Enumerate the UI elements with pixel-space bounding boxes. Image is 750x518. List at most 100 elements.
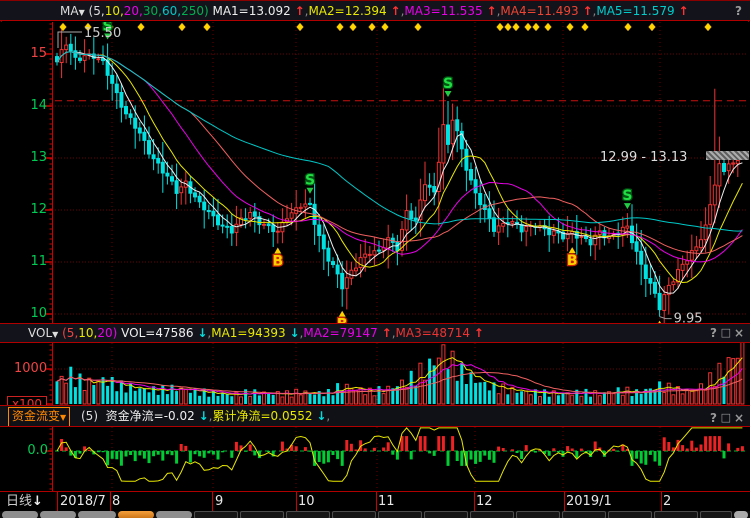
indicator-param: 20,	[124, 4, 143, 18]
month-tick	[57, 492, 58, 511]
flow-indicator-dropdown[interactable]: 资金流变▼	[8, 407, 70, 427]
scrollbar-segment[interactable]	[700, 511, 732, 518]
up-arrow-icon: ↑	[487, 4, 497, 18]
stock-chart-window: MA▼ (5,10,20,30,60,250) MA1=13.092 ↑,MA2…	[0, 0, 750, 518]
month-tick	[212, 492, 213, 511]
month-tick	[474, 492, 475, 511]
indicator-value: MA3=11.535	[404, 4, 482, 18]
sell-marker: S	[305, 173, 315, 189]
down-arrow-icon: ↓	[199, 409, 209, 423]
last-price-range-marker	[706, 151, 749, 160]
indicator-param: 30,	[143, 4, 162, 18]
scrollbar-segment[interactable]	[78, 511, 116, 518]
volume-chart[interactable]	[0, 343, 750, 405]
buy-marker: B	[567, 253, 578, 269]
up-arrow-icon: ↑	[678, 4, 688, 18]
scrollbar-segment[interactable]	[424, 511, 468, 518]
scrollbar-segment[interactable]	[156, 511, 192, 518]
help-icon[interactable]: ?	[735, 1, 742, 21]
price-tick-label: 12	[19, 202, 47, 218]
period-selector[interactable]: 日线↓	[6, 493, 43, 511]
month-label: 2	[663, 493, 671, 511]
indicator-param: 250)	[181, 4, 209, 18]
date-axis: 日线↓ 2018/7 8 9 10 11 12 2019/1 2	[0, 491, 750, 511]
help-icon[interactable]: ?	[710, 408, 717, 427]
scrollbar-segment[interactable]	[608, 511, 652, 518]
month-label: 8	[112, 493, 120, 511]
month-tick	[376, 492, 377, 511]
scrollbar-segment[interactable]	[516, 511, 560, 518]
scrollbar-segment[interactable]	[470, 511, 514, 518]
indicator-value: 累计净流=0.0552	[212, 409, 312, 423]
scrollbar-segment[interactable]	[240, 511, 284, 518]
up-arrow-icon: ↑	[474, 326, 484, 340]
volume-axis-tick: 1000	[14, 361, 46, 377]
month-tick	[661, 492, 662, 511]
down-arrow-icon: ↓	[197, 326, 207, 340]
candlestick-chart[interactable]: SBSBSBSB15.509.9512.99 - 13.13	[0, 22, 750, 323]
indicator-param: 10,	[78, 326, 97, 340]
down-arrow-icon: ↓	[316, 409, 326, 423]
price-tick-label: 15	[19, 46, 47, 62]
money-flow-chart[interactable]	[0, 427, 750, 491]
indicator-value: 资金净流=-0.02	[106, 409, 195, 423]
price-tick-label: 11	[19, 254, 47, 270]
indicator-param: (5,	[89, 4, 105, 18]
scrollbar-segment[interactable]	[378, 511, 422, 518]
maximize-icon[interactable]: □	[721, 408, 731, 427]
scrollbar-segment[interactable]	[654, 511, 698, 518]
indicator-value: MA3=48714	[396, 326, 470, 340]
month-label: 9	[215, 493, 223, 511]
indicator-value: VOL=47586	[121, 326, 193, 340]
scrollbar-segment[interactable]	[40, 511, 76, 518]
indicator-dropdown[interactable]: MA▼	[60, 4, 85, 18]
indicator-param: 10,	[105, 4, 124, 18]
price-tick-label: 10	[19, 306, 47, 322]
chart-scrollbar[interactable]	[0, 511, 750, 518]
last-range-label: 12.99 - 13.13	[600, 150, 687, 165]
indicator-param: (5,	[62, 326, 78, 340]
indicator-value: MA1=94393	[211, 326, 285, 340]
scrollbar-segment[interactable]	[2, 511, 38, 518]
down-arrow-icon: ↓	[289, 326, 299, 340]
scrollbar-segment[interactable]	[562, 511, 606, 518]
month-label: 2019/1	[566, 493, 612, 511]
month-label: 10	[298, 493, 315, 511]
scrollbar-segment[interactable]	[194, 511, 238, 518]
indicator-value: MA1=13.092	[212, 4, 290, 18]
scrollbar-segment[interactable]	[118, 511, 154, 518]
up-arrow-icon: ↑	[295, 4, 305, 18]
flow-zero-label: 0.0	[22, 443, 48, 459]
highest-price-label: 15.50	[84, 26, 121, 41]
price-tick-label: 13	[19, 150, 47, 166]
up-arrow-icon: ↑	[582, 4, 592, 18]
scrollbar-segment[interactable]	[332, 511, 376, 518]
month-tick	[296, 492, 297, 511]
month-label: 11	[378, 493, 395, 511]
sell-marker: S	[622, 188, 632, 204]
maximize-icon[interactable]: □	[721, 324, 731, 342]
indicator-param: 20)	[97, 326, 117, 340]
up-arrow-icon: ↑	[391, 4, 401, 18]
help-icon[interactable]: ?	[710, 324, 717, 342]
month-label: 12	[476, 493, 493, 511]
lowest-price-label: 9.95	[674, 312, 703, 323]
indicator-param: 60,	[162, 4, 181, 18]
close-icon[interactable]: ×	[734, 324, 744, 342]
month-tick	[564, 492, 565, 511]
close-icon[interactable]: ×	[734, 408, 744, 427]
scrollbar-segment[interactable]	[734, 511, 748, 518]
month-tick	[110, 492, 111, 511]
sell-marker: S	[443, 76, 453, 92]
vol-header-bar: VOL▼ (5,10,20) VOL=47586 ↓,MA1=94393 ↓,M…	[0, 323, 750, 343]
buy-marker: B	[272, 253, 283, 269]
indicator-value: MA2=12.394	[308, 4, 386, 18]
month-label: 2018/7	[60, 493, 106, 511]
price-tick-label: 14	[19, 98, 47, 114]
indicator-value: MA2=79147	[303, 326, 377, 340]
ma-header-bar: MA▼ (5,10,20,30,60,250) MA1=13.092 ↑,MA2…	[0, 1, 750, 21]
scrollbar-segment[interactable]	[286, 511, 330, 518]
indicator-value: MA5=11.579	[596, 4, 674, 18]
indicator-dropdown[interactable]: VOL▼	[28, 326, 58, 340]
indicator-value: MA4=11.493	[500, 4, 578, 18]
